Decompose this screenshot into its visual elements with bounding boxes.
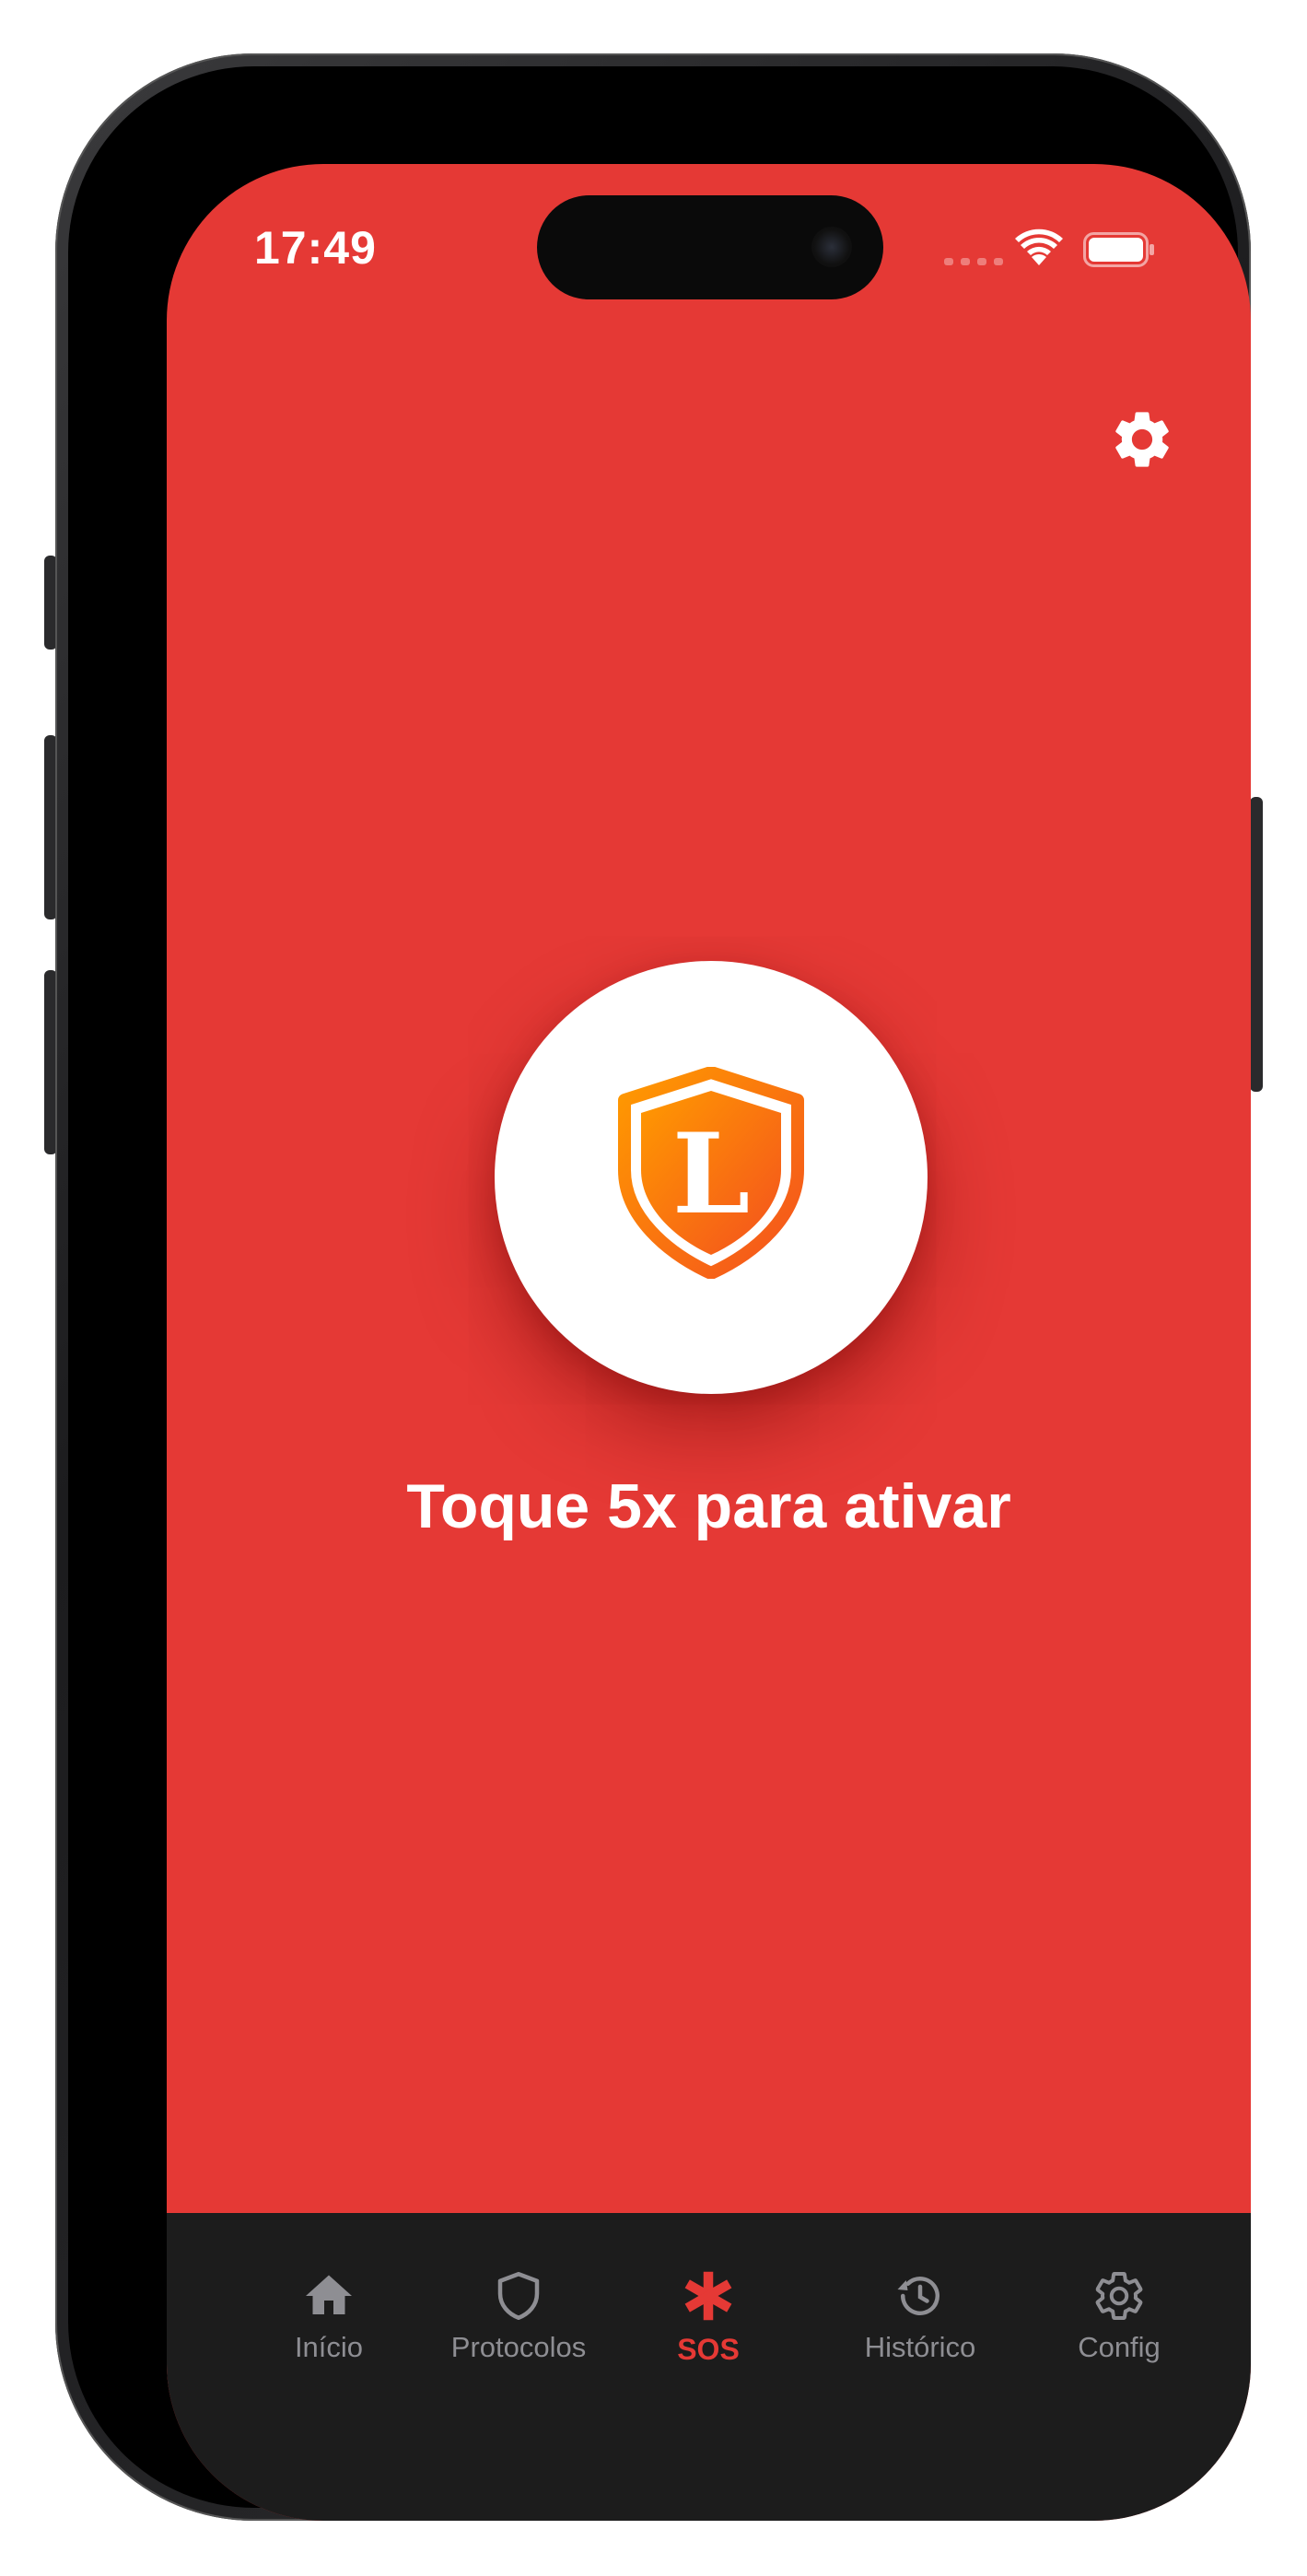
shield-icon <box>497 2272 540 2320</box>
shield-logo-icon: L <box>618 1067 804 1279</box>
gear-icon <box>1095 2272 1143 2320</box>
wifi-icon <box>1015 228 1063 265</box>
app-screen: 17:49 L Toque 5x para ativar Início Prot… <box>167 164 1251 2521</box>
tab-inicio[interactable]: Início <box>228 2268 430 2379</box>
gear-icon[interactable] <box>1108 405 1176 474</box>
tab-label: SOS <box>677 2333 740 2366</box>
status-time: 17:49 <box>254 222 377 274</box>
tab-protocolos[interactable]: Protocolos <box>417 2268 620 2379</box>
bottom-tab-bar: Início Protocolos SOS Histórico Config <box>167 2213 1251 2521</box>
activate-instruction: Toque 5x para ativar <box>406 1471 1011 1541</box>
sos-activate-button[interactable]: L <box>495 961 928 1394</box>
tab-historico[interactable]: Histórico <box>819 2268 1021 2379</box>
front-camera <box>811 227 852 267</box>
logo-letter: L <box>672 1109 750 1239</box>
tab-label: Config <box>1078 2331 1161 2363</box>
tab-label: Histórico <box>864 2331 976 2363</box>
home-icon <box>306 2275 352 2314</box>
battery-icon <box>1083 232 1154 267</box>
tab-sos[interactable]: SOS <box>607 2268 810 2379</box>
tab-label: Início <box>294 2331 364 2363</box>
asterisk-icon <box>684 2271 732 2321</box>
history-icon <box>897 2277 939 2315</box>
dynamic-island <box>537 195 883 299</box>
cellular-signal-icon <box>944 258 1003 265</box>
power-button <box>1250 797 1263 1092</box>
device-mockup: 17:49 L Toque 5x para ativar Início Prot… <box>0 0 1307 2576</box>
phone-frame: 17:49 L Toque 5x para ativar Início Prot… <box>55 53 1251 2521</box>
tab-label: Protocolos <box>450 2331 587 2363</box>
tab-config[interactable]: Config <box>1018 2268 1220 2379</box>
